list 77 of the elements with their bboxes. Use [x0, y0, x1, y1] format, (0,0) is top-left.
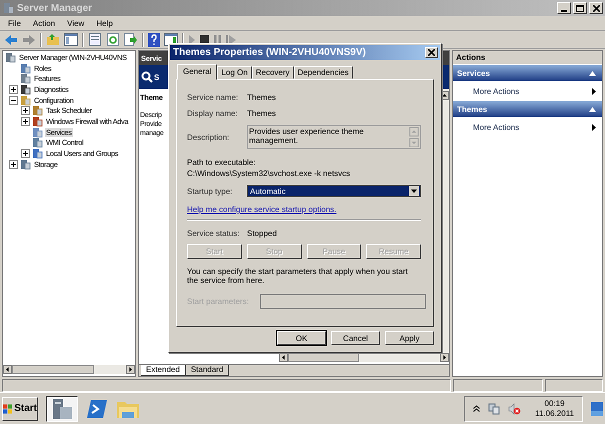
status-bar-cell	[545, 379, 603, 392]
field-label: Startup type:	[187, 186, 234, 196]
action-group-header[interactable]: Themes	[453, 101, 602, 117]
close-icon	[428, 49, 435, 56]
server-icon	[50, 398, 74, 420]
expand-icon[interactable]	[9, 160, 18, 169]
action-pane-icon[interactable]	[164, 33, 178, 46]
dialog-tab[interactable]: Log On	[217, 66, 252, 79]
view-tab[interactable]: Extended	[141, 365, 186, 376]
view-tab[interactable]: Standard	[186, 365, 230, 376]
field-value: Stopped	[247, 228, 277, 238]
field-label: Description:	[187, 132, 230, 142]
dialog-button[interactable]: Cancel	[331, 331, 380, 345]
field-label: Path to executable:	[187, 158, 256, 167]
scrollbar-thumb[interactable]	[12, 365, 94, 374]
dialog-button[interactable]: Apply	[385, 331, 434, 345]
server-icon	[5, 52, 16, 63]
start-button[interactable]: Start	[2, 396, 38, 420]
menu-item[interactable]: View	[61, 18, 90, 28]
field-label: Service name:	[187, 92, 240, 102]
expand-icon[interactable]	[21, 149, 30, 158]
tree-pane-icon[interactable]	[64, 33, 78, 46]
clock-date[interactable]: 11.06.2011	[535, 408, 574, 418]
hint-text: You can specify the start parameters that apply when you start the service from here.	[187, 267, 409, 285]
network-icon[interactable]	[488, 402, 500, 414]
menu-item[interactable]: Help	[90, 18, 119, 28]
field-value: Themes	[247, 92, 276, 102]
submenu-arrow-icon	[592, 88, 596, 94]
help-link[interactable]: Help me configure service startup options.	[187, 205, 421, 214]
refresh-icon[interactable]	[106, 33, 120, 46]
expand-icon[interactable]	[21, 116, 30, 126]
scroll-right-icon[interactable]	[440, 353, 449, 362]
actions-header: Actions	[456, 53, 486, 62]
expand-icon[interactable]	[9, 84, 18, 94]
dialog-button[interactable]: OK	[277, 331, 326, 345]
maximize-icon	[576, 4, 584, 12]
action-item[interactable]: More Actions	[453, 82, 602, 100]
collapse-icon	[589, 106, 596, 112]
export-icon[interactable]	[124, 33, 138, 46]
expand-icon[interactable]	[21, 106, 30, 116]
dialog-tab[interactable]: Recovery	[252, 66, 294, 79]
window-title: Server Manager	[17, 2, 94, 14]
startup-type-dropdown[interactable]: Automatic	[247, 185, 421, 197]
dialog-tab[interactable]: General	[177, 64, 218, 80]
collapse-icon	[589, 70, 596, 76]
help-icon[interactable]	[148, 32, 160, 46]
submenu-arrow-icon	[592, 124, 596, 130]
show-hidden-icons-icon[interactable]	[473, 405, 480, 412]
show-desktop-icon[interactable]	[591, 402, 603, 416]
menu-item[interactable]: File	[2, 18, 27, 28]
field-value: C:\Windows\System32\svchost.exe -k netsvcs	[187, 169, 352, 178]
field-label: Service status:	[187, 228, 240, 238]
collapse-icon[interactable]	[9, 96, 18, 105]
windows-flag-icon	[3, 402, 12, 414]
action-item[interactable]: More Actions	[453, 118, 602, 136]
maximize-button[interactable]	[573, 2, 587, 14]
banner-title: S	[154, 72, 160, 82]
dialog-title: Themes Properties (WIN-2VHU40VNS9V)	[173, 47, 366, 58]
server-icon	[2, 2, 14, 14]
properties-icon[interactable]	[88, 33, 102, 46]
powershell-icon[interactable]	[86, 398, 108, 418]
menu-item[interactable]: Action	[26, 18, 62, 28]
taskbar-app-button[interactable]	[46, 396, 78, 422]
scroll-left-icon[interactable]	[3, 365, 12, 374]
field-label: Display name:	[187, 108, 239, 118]
minimize-button[interactable]	[557, 2, 571, 14]
close-button[interactable]	[425, 47, 438, 58]
muted-speaker-icon[interactable]	[508, 402, 522, 414]
back-arrow-icon[interactable]	[4, 34, 18, 46]
scroll-right-icon[interactable]	[126, 365, 135, 374]
field-value: Themes	[247, 108, 276, 118]
dialog-tab[interactable]: Dependencies	[294, 66, 353, 79]
close-icon	[592, 4, 600, 12]
search-icon	[141, 71, 153, 83]
close-button[interactable]	[589, 2, 603, 14]
clock-time[interactable]: 00:19	[544, 398, 565, 408]
action-group-header[interactable]: Services	[453, 65, 602, 81]
